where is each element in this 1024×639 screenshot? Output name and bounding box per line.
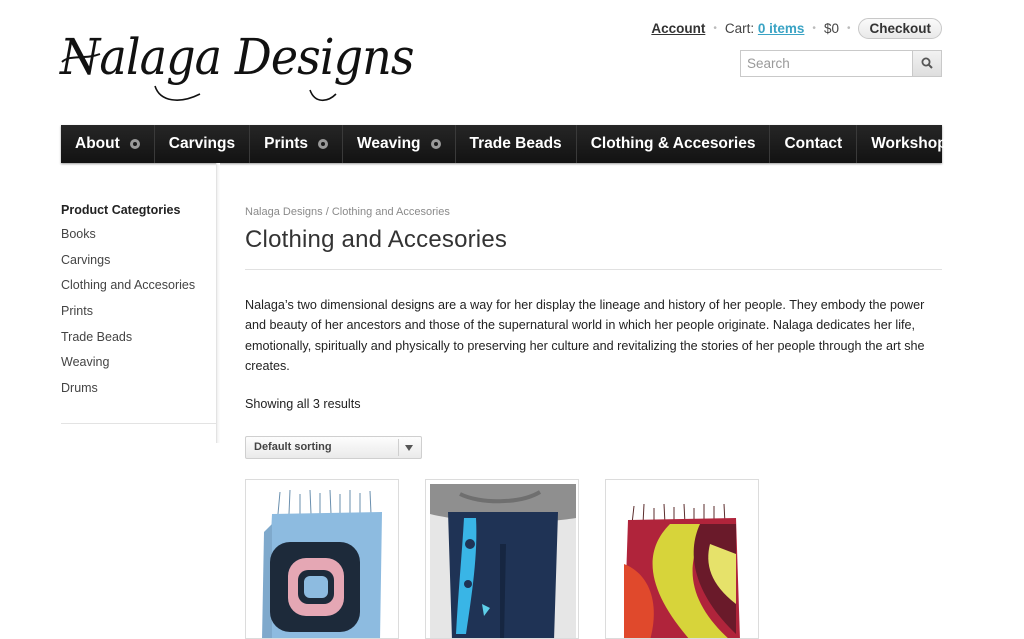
nav-label: Prints — [264, 135, 309, 152]
nav-item-weaving[interactable]: Weaving — [343, 125, 456, 163]
main-nav: About Carvings Prints Weaving Trade Bead… — [61, 125, 955, 163]
search-icon — [921, 57, 933, 69]
nav-label: Carvings — [168, 135, 236, 152]
sidebar-shadow — [217, 163, 220, 443]
category-link-carvings[interactable]: Carvings — [61, 252, 211, 278]
nav-item-prints[interactable]: Prints — [250, 125, 344, 163]
dropdown-arrow-icon — [405, 445, 413, 451]
category-link-books[interactable]: Books — [61, 226, 211, 252]
breadcrumb[interactable]: Nalaga Designs / Clothing and Accesories — [245, 206, 450, 218]
submenu-indicator-icon — [430, 139, 441, 149]
search-button[interactable] — [912, 51, 941, 76]
category-link-prints[interactable]: Prints — [61, 303, 211, 329]
cart-label: Cart: — [724, 20, 755, 36]
nav-item-clothing-accessories[interactable]: Clothing & Accesories — [577, 125, 771, 163]
category-link-drums[interactable]: Drums — [61, 380, 211, 406]
separator-dot: • — [713, 22, 717, 34]
product-image — [610, 484, 756, 638]
sidebar-bottom-rule — [61, 423, 217, 424]
submenu-indicator-icon — [318, 139, 329, 149]
cart-summary: Cart: 0 items — [725, 21, 805, 36]
cart-total: $0 — [823, 20, 839, 36]
select-separator — [398, 439, 399, 456]
product-card[interactable] — [425, 479, 579, 639]
nav-item-workshops[interactable]: Workshops — [857, 125, 969, 163]
sorting-select[interactable]: Default sorting — [245, 436, 422, 459]
product-card[interactable] — [245, 479, 399, 639]
nav-label: Trade Beads — [469, 135, 562, 152]
product-image — [430, 484, 576, 638]
account-bar: Account • Cart: 0 items • $0 • Checkout — [651, 16, 942, 40]
sorting-selected-value: Default sorting — [254, 441, 332, 453]
account-link[interactable]: Account — [651, 21, 705, 36]
nav-item-contact[interactable]: Contact — [770, 125, 858, 163]
category-link-weaving[interactable]: Weaving — [61, 354, 211, 380]
logo-text: Nalaga Designs — [60, 28, 414, 86]
title-divider — [245, 269, 942, 270]
sidebar-title: Product Categtories — [61, 203, 181, 217]
category-link-clothing[interactable]: Clothing and Accesories — [61, 277, 211, 303]
search-input[interactable] — [741, 51, 911, 76]
nav-label: Weaving — [357, 135, 421, 152]
nav-item-trade-beads[interactable]: Trade Beads — [456, 125, 577, 163]
product-categories-sidebar: Product Categtories Books Carvings Cloth… — [61, 203, 211, 406]
nav-label: About — [75, 135, 120, 152]
nav-label: Workshops — [871, 135, 956, 152]
checkout-button[interactable]: Checkout — [858, 17, 942, 39]
separator-dot: • — [846, 22, 851, 34]
nav-label: Contact — [784, 135, 843, 152]
category-description: Nalaga’s two dimensional designs are a w… — [245, 298, 925, 373]
page-title: Clothing and Accesories — [245, 226, 508, 253]
submenu-indicator-icon — [129, 139, 140, 149]
site-logo[interactable]: Nalaga Designs — [60, 24, 414, 104]
nav-item-carvings[interactable]: Carvings — [155, 125, 251, 163]
product-image — [250, 484, 396, 638]
search-form — [740, 50, 942, 77]
cart-items-link[interactable]: 0 items — [758, 21, 805, 36]
nav-item-about[interactable]: About — [61, 125, 155, 163]
category-link-trade-beads[interactable]: Trade Beads — [61, 329, 211, 355]
nav-label: Clothing & Accesories — [590, 135, 756, 152]
result-count: Showing all 3 results — [245, 397, 361, 411]
product-card[interactable] — [605, 479, 759, 639]
separator-dot: • — [812, 22, 816, 34]
category-list: Books Carvings Clothing and Accesories P… — [61, 226, 211, 406]
